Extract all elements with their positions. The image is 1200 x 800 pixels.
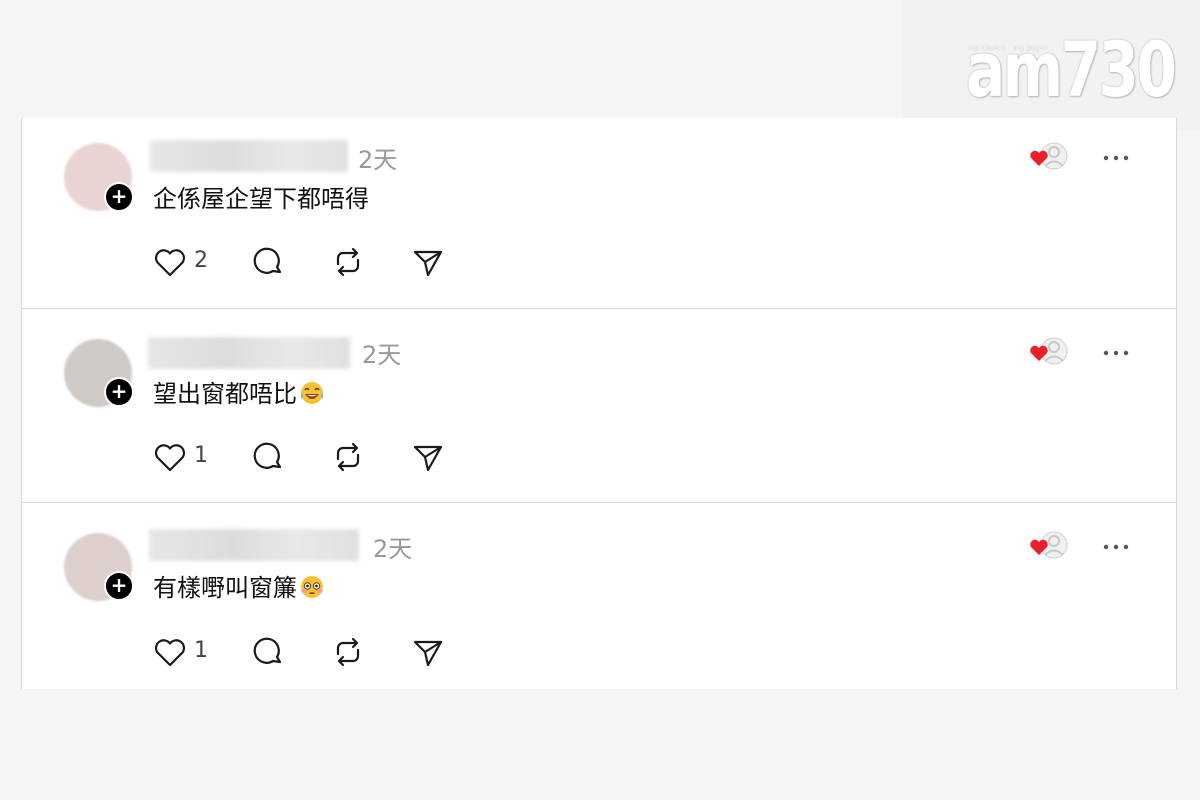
- follow-plus-icon[interactable]: +: [104, 377, 134, 407]
- follow-plus-icon[interactable]: +: [104, 182, 134, 212]
- laughing-tears-emoji-icon: [301, 382, 323, 404]
- like-count: 1: [194, 638, 208, 663]
- repost-icon[interactable]: [330, 634, 366, 670]
- share-send-icon[interactable]: [410, 439, 446, 475]
- author-liked-icon: [1030, 337, 1068, 365]
- repost-icon[interactable]: [330, 439, 366, 475]
- comment-text: 企係屋企望下都唔得: [153, 184, 369, 214]
- author-liked-icon: [1030, 531, 1068, 559]
- reply-bubble-icon[interactable]: [250, 439, 286, 475]
- flushed-face-emoji-icon: [301, 576, 323, 598]
- watermark-logo: am730: [966, 25, 1177, 114]
- like-heart-icon[interactable]: [152, 244, 188, 280]
- comment-feed: + 2天 企係屋企望下都唔得 2 + 2天 望出窗都唔比 1 + 2天 有樣嘢叫…: [21, 118, 1177, 689]
- post-time: 2天: [358, 146, 398, 174]
- action-bar: 1: [152, 634, 452, 670]
- more-options-icon[interactable]: [1102, 347, 1130, 359]
- more-options-icon[interactable]: [1102, 152, 1130, 164]
- like-count: 1: [194, 443, 208, 468]
- author-liked-icon: [1030, 142, 1068, 170]
- action-bar: 2: [152, 244, 452, 280]
- share-send-icon[interactable]: [410, 244, 446, 280]
- reply-bubble-icon[interactable]: [250, 634, 286, 670]
- comment-post: + 2天 望出窗都唔比 1: [22, 308, 1176, 502]
- like-heart-icon[interactable]: [152, 439, 188, 475]
- more-options-icon[interactable]: [1102, 541, 1130, 553]
- comment-text: 有樣嘢叫窗簾: [153, 573, 325, 603]
- username-blurred[interactable]: [150, 140, 348, 172]
- repost-icon[interactable]: [330, 244, 366, 280]
- comment-post: + 2天 企係屋企望下都唔得 2: [22, 118, 1176, 312]
- comment-text-content: 有樣嘢叫窗簾: [153, 574, 297, 602]
- like-heart-icon[interactable]: [152, 634, 188, 670]
- post-time: 2天: [373, 535, 413, 563]
- username-blurred[interactable]: [149, 529, 359, 561]
- like-count: 2: [194, 248, 208, 273]
- comment-post: + 2天 有樣嘢叫窗簾 1: [22, 502, 1176, 696]
- post-time: 2天: [362, 341, 402, 369]
- action-bar: 1: [152, 439, 452, 475]
- comment-text: 望出窗都唔比: [153, 379, 325, 409]
- username-blurred[interactable]: [148, 337, 350, 369]
- reply-bubble-icon[interactable]: [250, 244, 286, 280]
- comment-text-content: 望出窗都唔比: [153, 380, 297, 408]
- share-send-icon[interactable]: [410, 634, 446, 670]
- comment-text-content: 企係屋企望下都唔得: [153, 185, 369, 213]
- follow-plus-icon[interactable]: +: [104, 571, 134, 601]
